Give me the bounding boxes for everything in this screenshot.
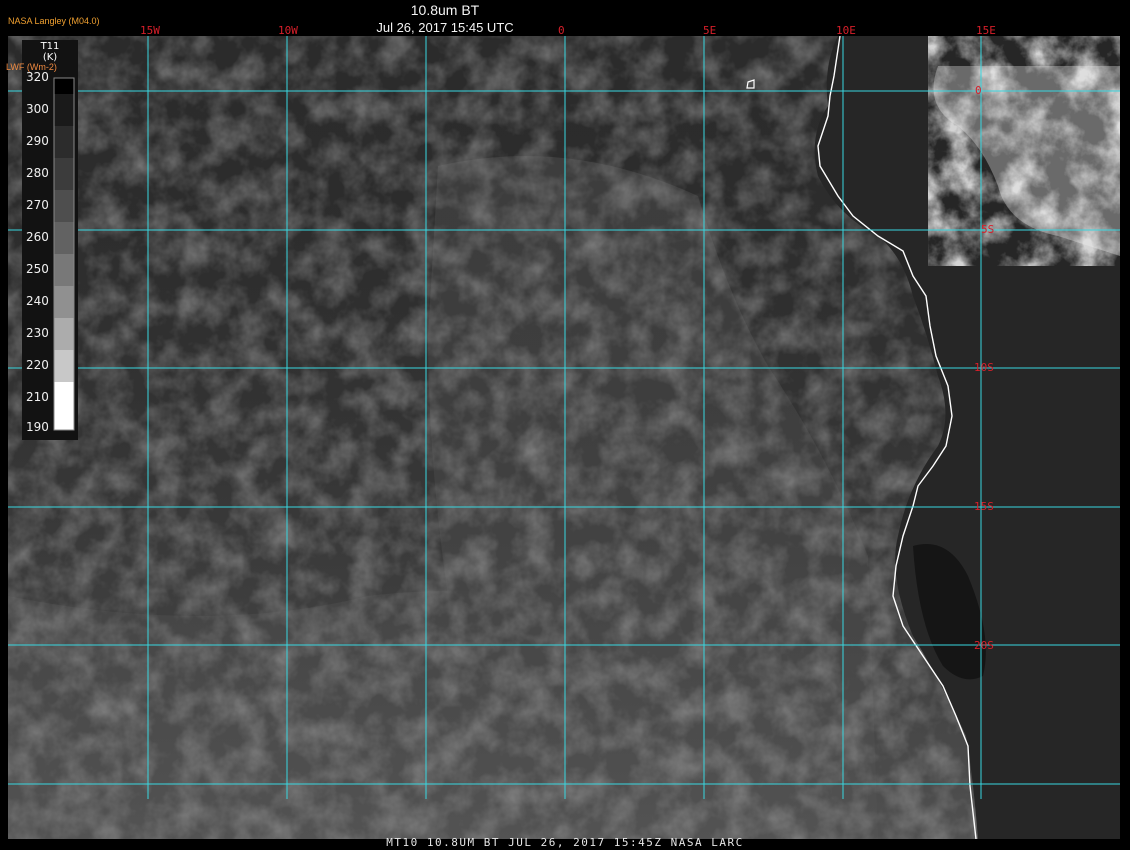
legend-tick: 260 xyxy=(26,230,49,244)
legend-tick: 250 xyxy=(26,262,49,276)
legend-title: T11 xyxy=(40,41,60,52)
lat-label-5s: 5S xyxy=(981,223,995,236)
legend-tick: 290 xyxy=(26,134,49,148)
legend-tick: 280 xyxy=(26,166,49,180)
lon-label-10w: 10W xyxy=(278,24,298,37)
legend-tick: 190 xyxy=(26,420,49,434)
satellite-image xyxy=(8,36,1120,839)
lat-label-0: 0 xyxy=(975,84,982,97)
image-timestamp: Jul 26, 2017 15:45 UTC xyxy=(376,20,514,35)
image-title: 10.8um BT xyxy=(410,2,480,18)
legend-tick: 320 xyxy=(26,70,49,84)
lon-label-0: 0 xyxy=(558,24,565,37)
lon-label-5e: 5E xyxy=(703,24,717,37)
satellite-map xyxy=(8,36,1120,839)
legend-tick: 270 xyxy=(26,198,49,212)
lon-label-15e: 15E xyxy=(976,24,996,37)
legend-tick: 300 xyxy=(26,102,49,116)
footer-caption: MT10 10.8UM BT JUL 26, 2017 15:45Z NASA … xyxy=(386,836,744,849)
lat-label-20s: 20S xyxy=(974,639,994,652)
legend-tick: 220 xyxy=(26,358,49,372)
lon-label-10e: 10E xyxy=(836,24,856,37)
legend-tick: 240 xyxy=(26,294,49,308)
legend-tick: 210 xyxy=(26,390,49,404)
legend-tick: 230 xyxy=(26,326,49,340)
lat-label-10s: 10S xyxy=(974,361,994,374)
lat-label-15s: 15S xyxy=(974,500,994,513)
lon-label-15w: 15W xyxy=(140,24,160,37)
